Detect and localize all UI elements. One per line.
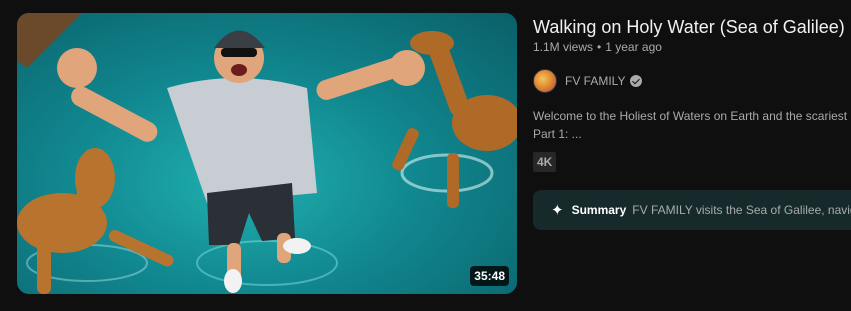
upload-age: 1 year ago: [605, 40, 662, 54]
duration-badge: 35:48: [470, 266, 509, 286]
description-line: Welcome to the Holiest of Waters on Eart…: [533, 109, 848, 123]
channel-link[interactable]: FV FAMILY: [533, 69, 643, 93]
description-line: Part 1: ...: [533, 127, 582, 141]
video-description-snippet: Welcome to the Holiest of Waters on Eart…: [533, 107, 851, 143]
sparkle-icon: ✦: [551, 201, 564, 219]
summary-label: Summary: [571, 203, 627, 217]
video-result-card: 35:48 Walking on Holy Water (Sea of Gali…: [0, 0, 851, 311]
video-meta: 1.1M views • 1 year ago: [533, 40, 662, 54]
channel-name[interactable]: FV FAMILY: [565, 74, 625, 88]
summary-text: FV FAMILY visits the Sea of Galilee, nav…: [632, 203, 851, 217]
thumbnail-image: [17, 13, 517, 294]
view-count: 1.1M views: [533, 40, 594, 54]
meta-separator: •: [597, 40, 602, 54]
verified-check-icon: [630, 75, 643, 87]
video-thumbnail[interactable]: 35:48: [17, 13, 517, 294]
quality-badge: 4K: [533, 152, 557, 172]
channel-avatar[interactable]: [533, 69, 557, 93]
ai-summary-chip[interactable]: ✦ Summary FV FAMILY visits the Sea of Ga…: [533, 190, 851, 230]
video-title[interactable]: Walking on Holy Water (Sea of Galilee): [533, 15, 851, 39]
